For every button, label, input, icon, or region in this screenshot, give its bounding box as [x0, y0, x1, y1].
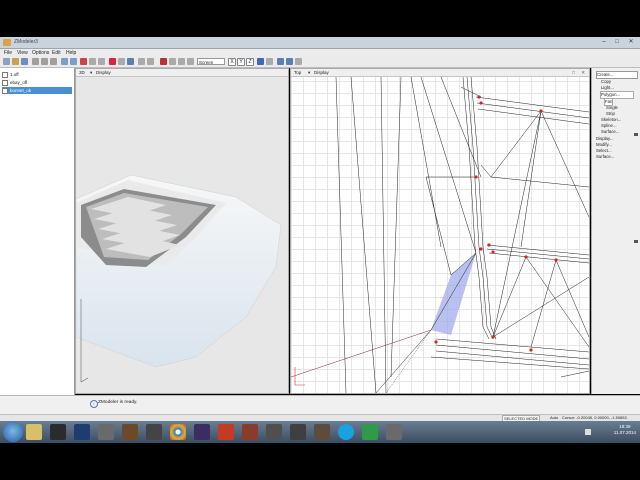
window-title: ZModeler3	[14, 39, 38, 45]
cursor-readout: Cursor: -0.20045, 0.00000, -1.50853	[562, 415, 627, 420]
menu-options[interactable]: Options	[32, 50, 49, 56]
app6-icon[interactable]	[314, 424, 330, 440]
tool6-icon[interactable]	[147, 58, 154, 65]
taskbar: 18:39 11.07.2014	[0, 421, 640, 443]
message-log: i ZModeler is ready.	[0, 395, 640, 415]
folder-icon[interactable]	[122, 424, 138, 440]
edit-icon[interactable]	[194, 424, 210, 440]
tool7-icon[interactable]	[266, 58, 273, 65]
menu-bar: File View Options Edit Help	[0, 49, 640, 57]
viewport-top-title[interactable]: Display	[314, 69, 329, 76]
tool2-icon[interactable]	[98, 58, 105, 65]
tool5-icon[interactable]	[138, 58, 145, 65]
viewport-3d-tab[interactable]: 3D	[79, 69, 85, 76]
app5-icon[interactable]	[290, 424, 306, 440]
render-icon[interactable]	[109, 58, 116, 65]
media-icon[interactable]	[50, 424, 66, 440]
tool4-icon[interactable]	[127, 58, 134, 65]
view3-icon[interactable]	[295, 58, 302, 65]
viewport-top-header: Top ▾ Display □ ✕	[291, 69, 589, 77]
app4-icon[interactable]	[266, 424, 282, 440]
axis-z-toggle[interactable]: Z	[246, 58, 254, 66]
view2-icon[interactable]	[286, 58, 293, 65]
coordinate-mode-select[interactable]: Screen	[197, 58, 225, 65]
auto-indicator: Auto	[550, 415, 559, 420]
tray-icon[interactable]	[585, 429, 591, 435]
tree-item-label: bonnet_ok	[10, 88, 32, 93]
scene-tree-panel: 1.off ebay_off bonnet_ok Show all Hide a…	[0, 68, 75, 417]
maximize-viewport-icon[interactable]: □	[572, 69, 575, 76]
viewport-3d-header: 3D ▾ Display	[76, 69, 288, 77]
tree-item[interactable]: ebay_off	[2, 79, 72, 86]
save-icon[interactable]	[21, 58, 28, 65]
command-surface-2[interactable]: Surface...	[596, 154, 614, 160]
view-icon[interactable]	[277, 58, 284, 65]
triangle-icon[interactable]	[257, 58, 264, 65]
clock-date: 11.07.2014	[613, 430, 636, 435]
axis-y-toggle[interactable]: Y	[237, 58, 245, 66]
scale-icon[interactable]	[187, 58, 194, 65]
start-button[interactable]	[3, 422, 23, 442]
tree-item-label: ebay_off	[10, 80, 28, 85]
tree-item-selected[interactable]: bonnet_ok	[2, 87, 72, 94]
chrome-icon[interactable]	[170, 424, 186, 440]
app8-icon[interactable]	[386, 424, 402, 440]
delete-icon[interactable]	[80, 58, 87, 65]
undo-icon[interactable]	[61, 58, 68, 65]
zmodeler-icon[interactable]	[218, 424, 234, 440]
viewport-3d[interactable]: 3D ▾ Display	[75, 68, 289, 394]
skype-icon[interactable]	[338, 424, 354, 440]
close-button[interactable]: ✕	[624, 38, 638, 46]
menu-view[interactable]: View	[17, 50, 28, 56]
app2-icon[interactable]	[146, 424, 162, 440]
checkbox-icon[interactable]	[2, 79, 8, 86]
app-icon[interactable]	[98, 424, 114, 440]
command-create[interactable]: Create...	[596, 71, 638, 79]
title-bar: ZModeler3 – □ ✕	[0, 37, 640, 49]
clock[interactable]: 18:39 11.07.2014	[614, 424, 636, 436]
app-icon	[3, 39, 11, 46]
paste-icon[interactable]	[50, 58, 57, 65]
axis-x-toggle[interactable]: X	[228, 58, 236, 66]
viewport-3d-title[interactable]: Display	[96, 69, 111, 76]
menu-edit[interactable]: Edit	[52, 50, 61, 56]
select-icon[interactable]	[160, 58, 167, 65]
explorer-icon[interactable]	[26, 424, 42, 440]
panel-expander-icon[interactable]	[634, 133, 638, 136]
command-surface[interactable]: Surface...	[601, 129, 619, 135]
wireframe-mesh	[291, 77, 589, 393]
app7-icon[interactable]	[362, 424, 378, 440]
minimize-button[interactable]: –	[598, 38, 610, 46]
cut-icon[interactable]	[32, 58, 39, 65]
status-message: ZModeler is ready.	[98, 400, 138, 405]
maximize-button[interactable]: □	[611, 38, 623, 46]
panel-expander-icon[interactable]	[634, 240, 638, 243]
move-icon[interactable]	[169, 58, 176, 65]
command-panel: Create... Copy Light... Polygon... Fan S…	[591, 68, 640, 394]
photoshop-icon[interactable]	[74, 424, 90, 440]
close-viewport-icon[interactable]: ✕	[581, 69, 585, 76]
viewport-top-tab[interactable]: Top	[294, 69, 301, 76]
menu-file[interactable]: File	[4, 50, 12, 56]
redo-icon[interactable]	[70, 58, 77, 65]
app3-icon[interactable]	[242, 424, 258, 440]
rotate-icon[interactable]	[178, 58, 185, 65]
checkbox-icon[interactable]	[2, 87, 8, 94]
toolbar: Screen X Y Z	[0, 57, 640, 68]
tree-item[interactable]: 1.off	[2, 71, 72, 78]
tree-item-label: 1.off	[10, 72, 19, 77]
dropdown-icon[interactable]: ▾	[90, 69, 92, 76]
viewport-top[interactable]: Top ▾ Display □ ✕	[290, 68, 590, 394]
tool3-icon[interactable]	[118, 58, 125, 65]
copy-icon[interactable]	[41, 58, 48, 65]
info-icon: i	[90, 400, 98, 408]
menu-help[interactable]: Help	[66, 50, 76, 56]
new-icon[interactable]	[3, 58, 10, 65]
dropdown-icon[interactable]: ▾	[308, 69, 310, 76]
tool-icon[interactable]	[89, 58, 96, 65]
checkbox-icon[interactable]	[2, 71, 8, 78]
open-icon[interactable]	[12, 58, 19, 65]
bonnet-render	[76, 174, 282, 383]
